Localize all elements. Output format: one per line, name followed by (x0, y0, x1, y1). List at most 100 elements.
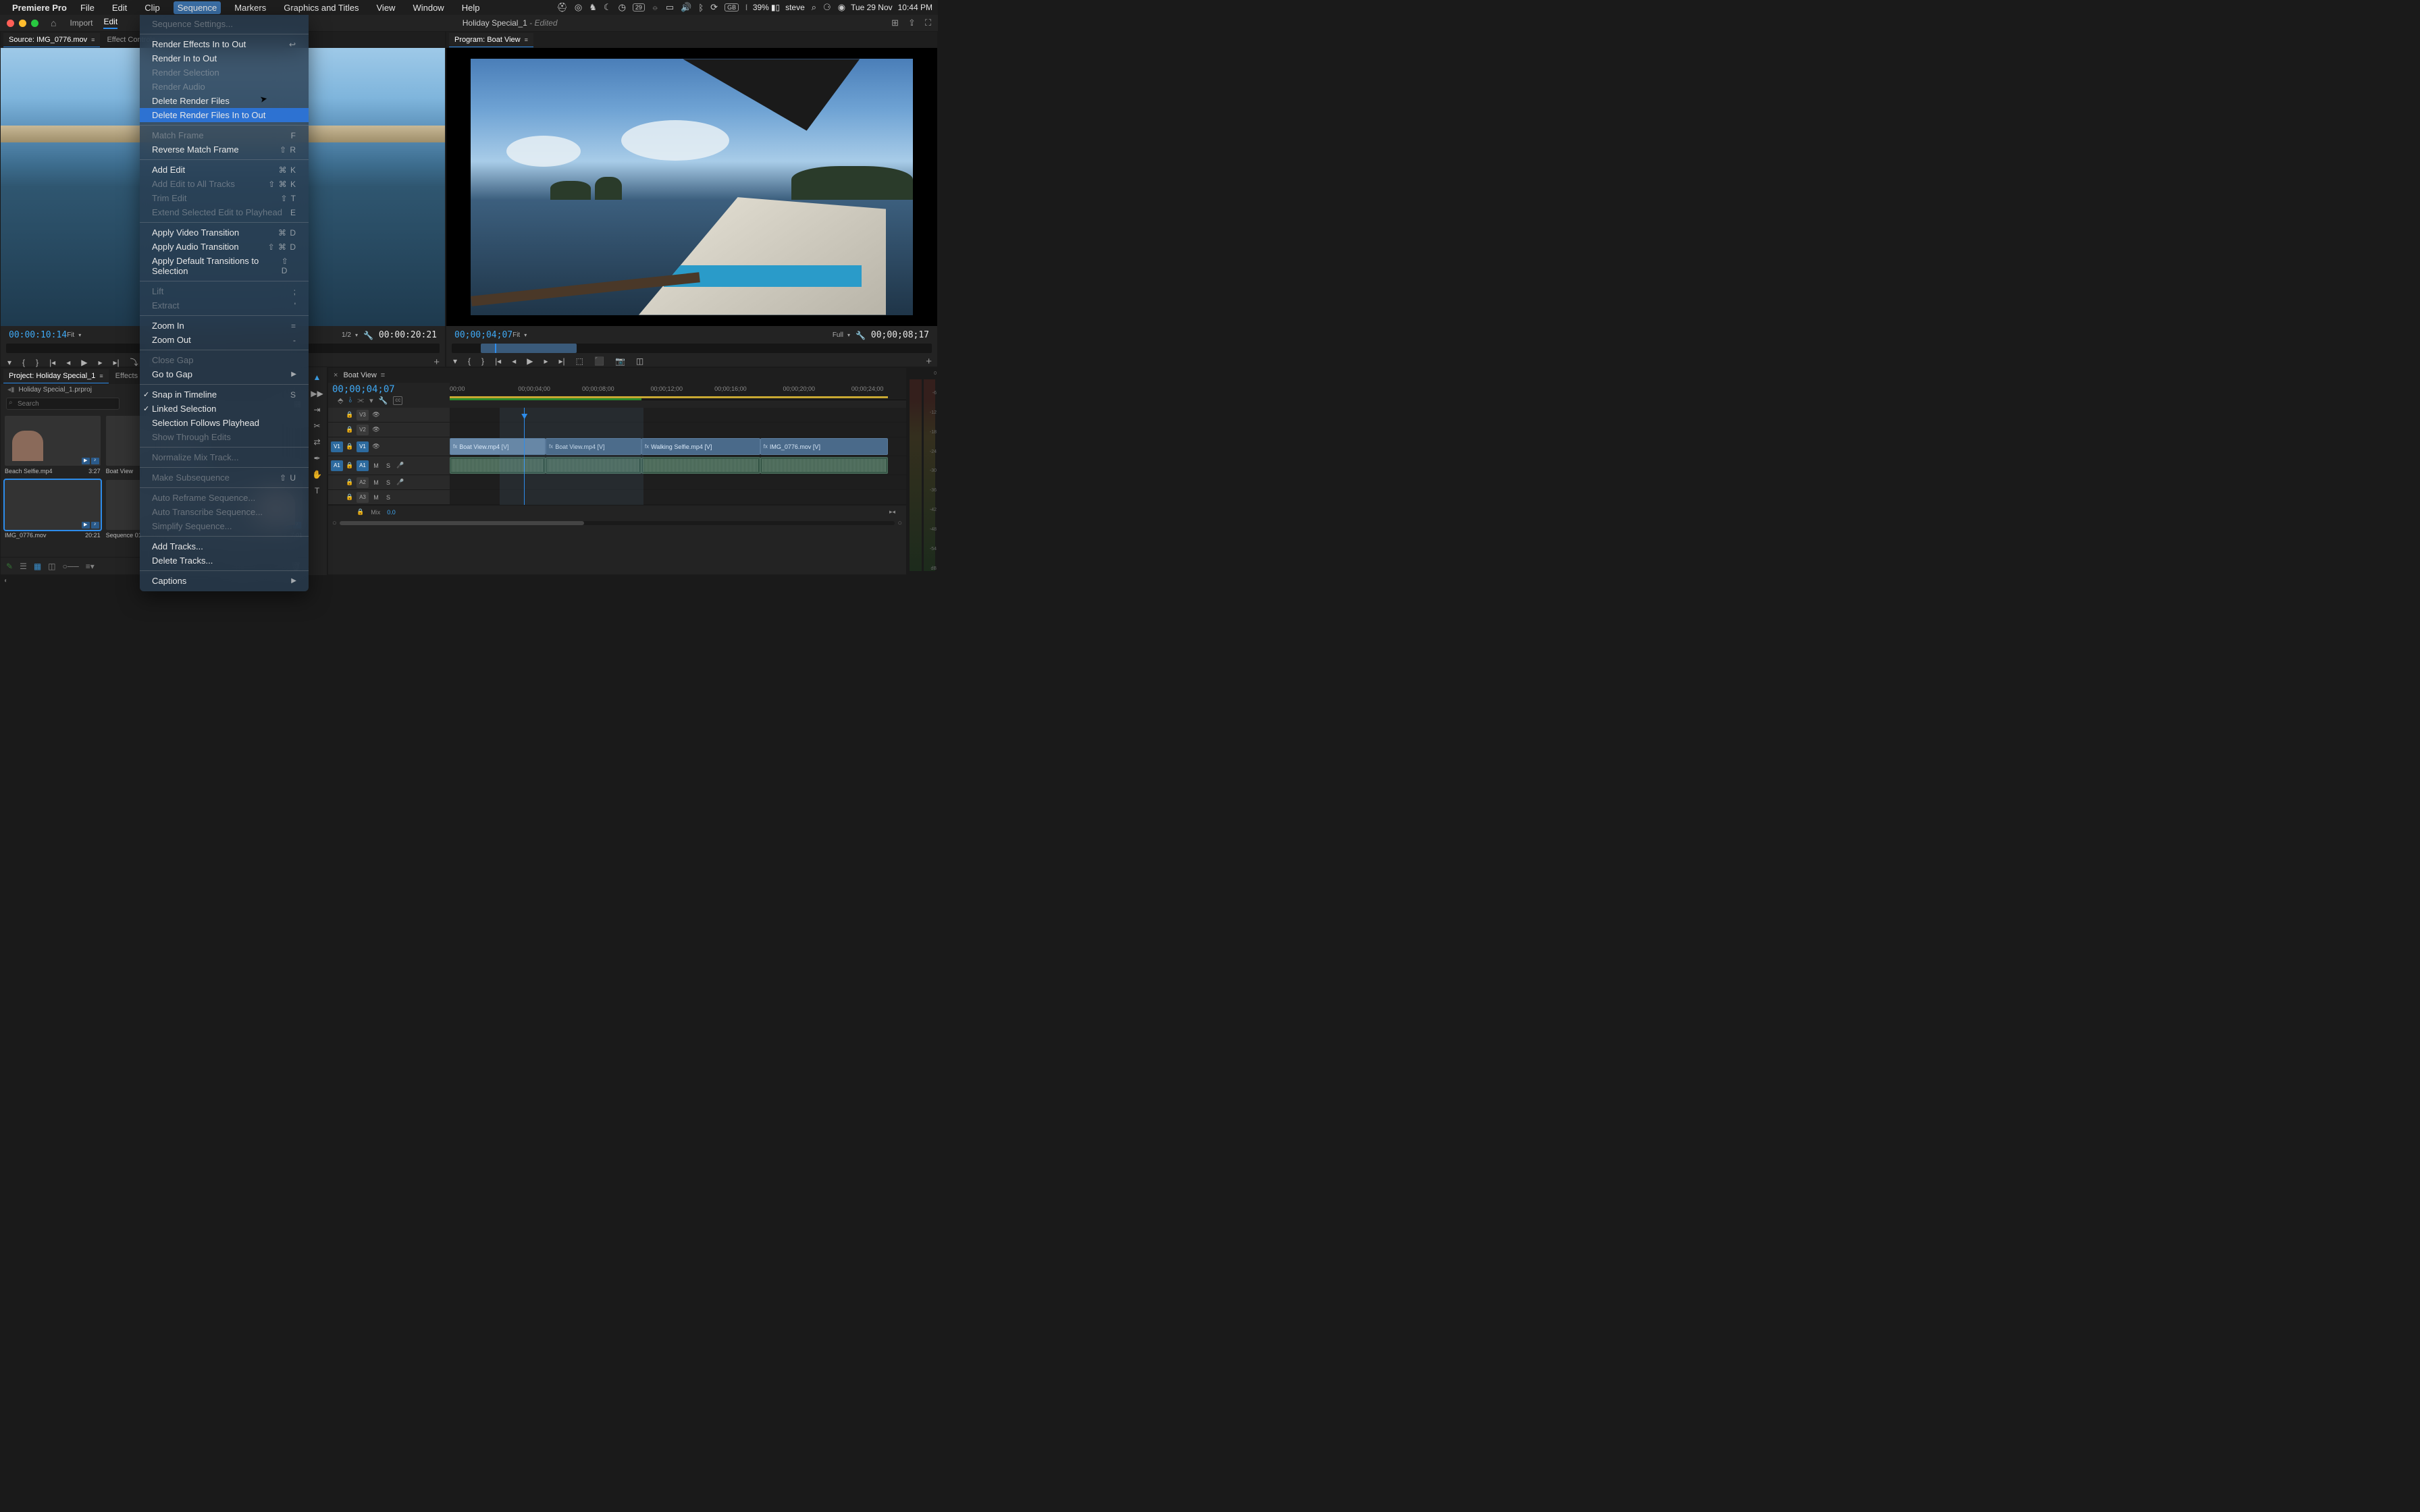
moon-icon[interactable]: ☾ (604, 2, 612, 13)
add-button-icon[interactable]: + (926, 356, 932, 367)
lock-icon[interactable]: 🔒 (346, 462, 354, 469)
step-fwd-icon[interactable]: ▸ (542, 355, 549, 367)
step-fwd-icon[interactable]: ▸ (97, 356, 103, 369)
program-timecode-current[interactable]: 00;00;04;07 (454, 330, 512, 340)
timeline-clip[interactable]: fxWalking Selfie.mp4 [V] (641, 438, 760, 455)
menu-item-delete-tracks[interactable]: Delete Tracks... (140, 554, 309, 568)
track-toggle[interactable]: M (371, 479, 381, 486)
source-fit-dropdown[interactable]: Fit (67, 331, 81, 339)
timeline-clip[interactable]: fxBoat View.mp4 [V] (450, 438, 546, 455)
zoom-slider-icon[interactable]: ○── (63, 562, 79, 571)
menu-graphics[interactable]: Graphics and Titles (280, 1, 363, 14)
goto-out-icon[interactable]: ▸| (558, 355, 567, 367)
track-toggle[interactable]: S (384, 479, 393, 486)
menu-item-apply-video-transition[interactable]: Apply Video Transition⌘ D (140, 225, 309, 240)
razor-tool-icon[interactable]: ✂ (311, 420, 323, 432)
source-timecode-in[interactable]: 00:00:10:14 (9, 330, 67, 340)
lock-icon[interactable]: 🔒 (346, 443, 354, 450)
program-timecode-duration[interactable]: 00;00;08;17 (871, 330, 929, 340)
menubar-time[interactable]: 10:44 PM (898, 3, 932, 12)
status-icon-2[interactable]: ◎ (575, 2, 582, 13)
lock-icon[interactable]: 🔒 (346, 411, 354, 418)
track-toggle[interactable]: 👁 (371, 411, 381, 418)
program-fit-dropdown[interactable]: Fit (512, 331, 527, 339)
source-patch[interactable]: V1 (331, 441, 343, 452)
timeline-clip[interactable]: fxIMG_0776.mov [V] (760, 438, 888, 455)
bin-back-icon[interactable]: ◂▮ (7, 386, 15, 394)
play-icon[interactable]: ▶ (525, 355, 534, 367)
type-tool-icon[interactable]: T (311, 485, 323, 497)
track-target[interactable]: V1 (357, 441, 369, 452)
track-toggle[interactable]: S (384, 494, 393, 501)
snap-toggle-icon[interactable]: ⫰ (348, 396, 352, 405)
close-nest-icon[interactable]: × (334, 371, 338, 379)
menubar-date[interactable]: Tue 29 Nov (851, 3, 893, 12)
goto-in-icon[interactable]: |◂ (494, 355, 502, 367)
tab-menu-icon[interactable]: ≡ (91, 36, 95, 43)
track-target[interactable]: A2 (357, 477, 369, 488)
add-button-icon[interactable]: + (433, 356, 440, 368)
marker-icon[interactable]: ▾ (6, 356, 13, 369)
fullscreen-icon[interactable]: ⛶ (925, 18, 931, 28)
source-patch[interactable]: A1 (331, 460, 343, 471)
menu-item-reverse-match-frame[interactable]: Reverse Match Frame⇧ R (140, 142, 309, 157)
track-target[interactable]: V2 (357, 425, 369, 435)
settings-icon[interactable]: 🔧 (856, 331, 866, 340)
sort-icon[interactable]: ≡▾ (86, 562, 95, 571)
menu-item-zoom-in[interactable]: Zoom In= (140, 319, 309, 333)
bluetooth-icon[interactable]: ᛒ (698, 3, 704, 13)
user-name[interactable]: steve (785, 3, 805, 12)
track-toggle[interactable]: 👁 (371, 426, 381, 433)
menu-clip[interactable]: Clip (140, 1, 163, 14)
menu-item-delete-render-files-in-to-out[interactable]: Delete Render Files In to Out (140, 108, 309, 122)
minimize-window-button[interactable] (19, 20, 26, 27)
sequence-tab-name[interactable]: Boat View (343, 371, 376, 379)
mode-import[interactable]: Import (70, 18, 93, 28)
track-content[interactable] (450, 408, 906, 422)
goto-out-icon[interactable]: ▸| (112, 356, 121, 369)
track-toggle[interactable]: M (371, 494, 381, 501)
tab-menu-icon[interactable]: ≡ (99, 373, 103, 379)
mix-value[interactable]: 0.0 (387, 509, 396, 516)
freeform-view-icon[interactable]: ◫ (48, 562, 55, 571)
track-target[interactable]: A1 (357, 460, 369, 471)
pen-tool-icon[interactable]: ✒ (311, 452, 323, 464)
menu-sequence[interactable]: Sequence (174, 1, 221, 14)
track-select-tool-icon[interactable]: ▶▶ (311, 387, 323, 400)
link-toggle-icon[interactable]: ⫘ (357, 396, 364, 405)
date-badge-icon[interactable]: 29 (633, 3, 645, 11)
selection-tool-icon[interactable]: ▲ (311, 371, 323, 383)
link-icon[interactable]: ⦵ (652, 2, 659, 13)
share-icon[interactable]: ⇪ (908, 18, 916, 28)
home-icon[interactable]: ⌂ (51, 18, 56, 28)
track-toggle[interactable]: 🎤 (396, 479, 405, 486)
lock-icon[interactable]: 🔒 (346, 479, 354, 486)
track-toggle[interactable]: M (371, 462, 381, 469)
track-content[interactable] (450, 475, 906, 489)
siri-icon[interactable]: ◉ (838, 2, 845, 13)
source-timecode-duration[interactable]: 00:00:20:21 (379, 330, 437, 340)
comparison-icon[interactable]: ◫ (635, 355, 645, 367)
menu-item-add-tracks[interactable]: Add Tracks... (140, 539, 309, 554)
menu-item-delete-render-files[interactable]: Delete Render Files (140, 94, 309, 108)
track-target[interactable]: A3 (357, 492, 369, 503)
menu-item-apply-audio-transition[interactable]: Apply Audio Transition⇧ ⌘ D (140, 240, 309, 254)
timeline-clip[interactable] (546, 457, 641, 474)
mark-in-icon[interactable]: { (467, 355, 472, 367)
menu-help[interactable]: Help (458, 1, 484, 14)
slip-tool-icon[interactable]: ⇄ (311, 436, 323, 448)
mark-out-icon[interactable]: } (480, 355, 485, 367)
mark-in-icon[interactable]: { (21, 356, 26, 369)
app-name[interactable]: Premiere Pro (12, 3, 67, 13)
menu-item-linked-selection[interactable]: ✓Linked Selection (140, 402, 309, 416)
hand-tool-icon[interactable]: ✋ (311, 468, 323, 481)
tab-project[interactable]: Project: Holiday Special_1≡ (3, 369, 109, 383)
tab-menu-icon[interactable]: ≡ (381, 371, 385, 379)
extract-icon[interactable]: ⬛ (593, 355, 606, 367)
track-target[interactable]: V3 (357, 410, 369, 421)
settings-icon[interactable]: 🔧 (363, 331, 373, 340)
menu-item-snap-in-timeline[interactable]: ✓Snap in TimelineS (140, 387, 309, 402)
project-item[interactable]: ▶♪IMG_0776.mov20:21 (5, 480, 101, 539)
sync-icon[interactable]: ⟳ (710, 2, 718, 13)
track-content[interactable]: fxBoat View.mp4 [V]fxBoat View.mp4 [V]fx… (450, 437, 906, 456)
